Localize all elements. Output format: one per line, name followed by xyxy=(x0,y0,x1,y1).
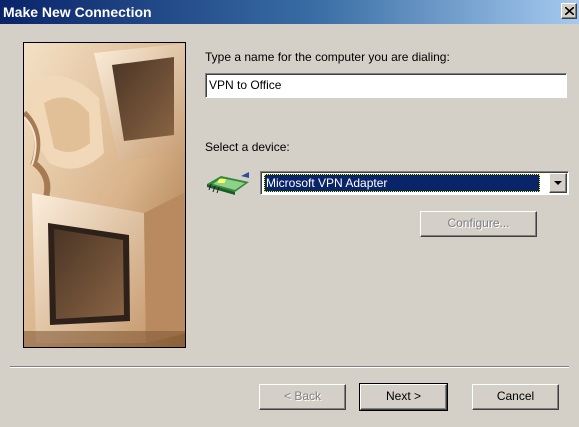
footer-separator xyxy=(10,366,569,368)
make-new-connection-dialog: Make New Connection Type a name for the … xyxy=(0,0,579,427)
connection-name-input[interactable]: VPN to Office xyxy=(205,73,567,98)
window-title: Make New Connection xyxy=(3,4,152,20)
configure-button[interactable]: Configure... xyxy=(420,211,537,237)
device-dropdown-button[interactable] xyxy=(549,173,567,193)
device-prompt-label: Select a device: xyxy=(205,140,290,154)
wizard-illustration xyxy=(23,42,186,348)
close-icon xyxy=(565,7,574,15)
cancel-button[interactable]: Cancel xyxy=(472,384,559,410)
close-button[interactable] xyxy=(561,3,577,19)
name-prompt-label: Type a name for the computer you are dia… xyxy=(205,50,450,64)
network-adapter-icon xyxy=(205,168,251,199)
device-select[interactable]: Microsoft VPN Adapter xyxy=(260,171,569,195)
chevron-down-icon xyxy=(554,181,562,185)
next-button[interactable]: Next > xyxy=(359,383,448,411)
device-selected-value: Microsoft VPN Adapter xyxy=(264,174,540,192)
title-bar[interactable]: Make New Connection xyxy=(0,0,579,24)
back-button[interactable]: < Back xyxy=(259,384,346,410)
